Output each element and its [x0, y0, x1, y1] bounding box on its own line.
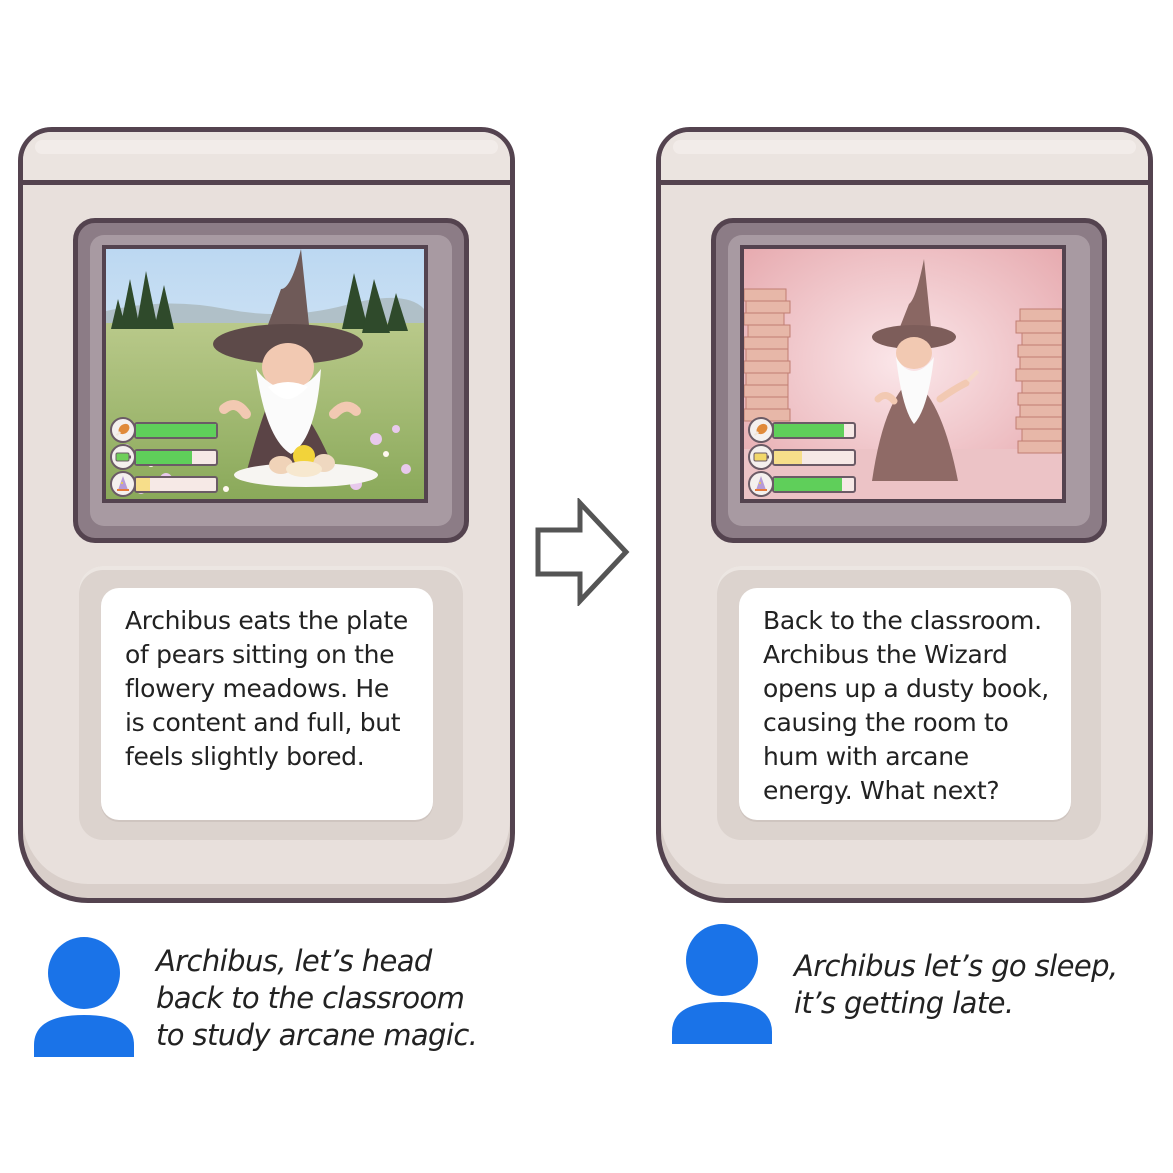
energy-bar — [134, 449, 218, 466]
hunger-stat — [748, 417, 858, 443]
user-avatar-icon — [672, 924, 772, 1044]
drumstick-icon — [110, 417, 136, 443]
narration-text: Archibus eats the plate of pears sitting… — [125, 606, 408, 771]
narration-card: Back to the classroom. Archibus the Wiza… — [739, 588, 1071, 820]
magic-bar — [134, 476, 218, 493]
user-message-text: Archibus, let’s head back to the classro… — [156, 944, 478, 1052]
energy-bar — [772, 449, 856, 466]
narration-card: Archibus eats the plate of pears sitting… — [101, 588, 433, 820]
user-avatar-icon — [34, 937, 134, 1057]
game-screen-classroom — [740, 245, 1066, 503]
energy-stat — [110, 444, 220, 470]
screen-bezel — [711, 218, 1107, 543]
magic-stat — [748, 471, 858, 497]
wizard-hat-icon — [748, 471, 774, 497]
energy-stat — [748, 444, 858, 470]
battery-icon — [110, 444, 136, 470]
screen-bezel — [73, 218, 469, 543]
battery-icon — [748, 444, 774, 470]
hunger-bar — [772, 422, 856, 439]
device-top-band — [23, 132, 510, 185]
game-screen-meadow — [102, 245, 428, 503]
game-device-left: Archibus eats the plate of pears sitting… — [18, 127, 515, 903]
narration-text: Back to the classroom. Archibus the Wiza… — [763, 606, 1049, 805]
drumstick-icon — [748, 417, 774, 443]
arrow-right-icon — [535, 498, 630, 606]
hunger-stat — [110, 417, 220, 443]
narration-panel: Back to the classroom. Archibus the Wiza… — [717, 566, 1101, 840]
device-top-band — [661, 132, 1148, 185]
narration-panel: Archibus eats the plate of pears sitting… — [79, 566, 463, 840]
game-device-right: Back to the classroom. Archibus the Wiza… — [656, 127, 1153, 903]
magic-stat — [110, 471, 220, 497]
magic-bar — [772, 476, 856, 493]
user-message-text: Archibus let’s go sleep, it’s getting la… — [794, 949, 1118, 1020]
hunger-bar — [134, 422, 218, 439]
wizard-hat-icon — [110, 471, 136, 497]
